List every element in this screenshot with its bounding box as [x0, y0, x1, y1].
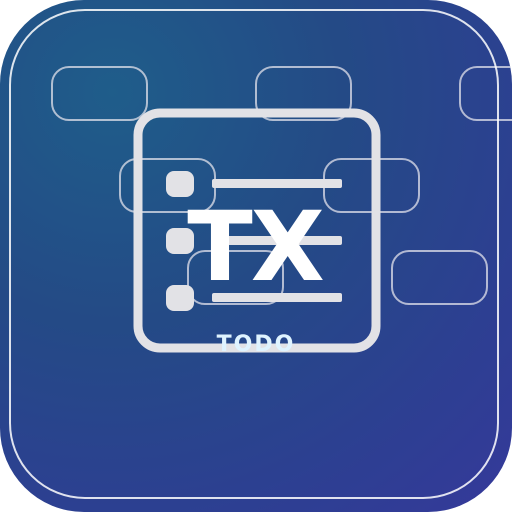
app-monogram: TX — [187, 191, 325, 303]
app-icon[interactable]: TX TODO — [0, 0, 512, 512]
app-label: TODO — [216, 332, 296, 357]
